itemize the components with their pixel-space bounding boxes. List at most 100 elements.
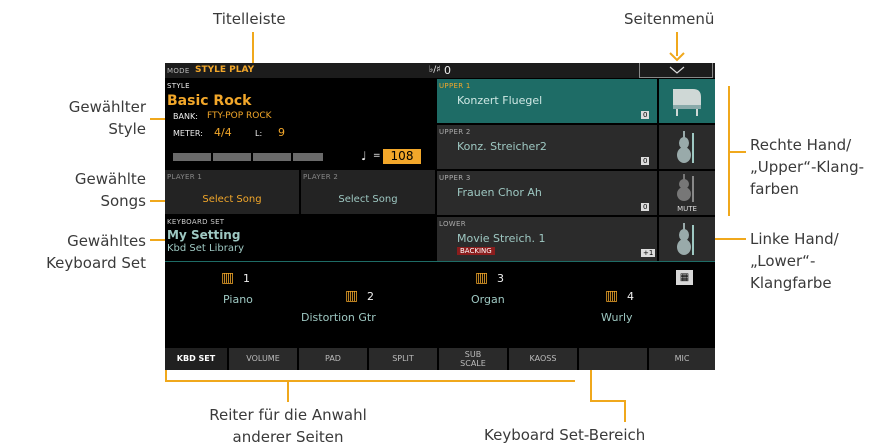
kbdset-name: My Setting (167, 228, 241, 242)
track-lower-label: LOWER (439, 220, 466, 228)
track-upper-2[interactable]: UPPER 2 Konz. Streicher2 0 (437, 125, 657, 169)
player-2-cell[interactable]: PLAYER 2 Select Song (301, 170, 435, 214)
tab-kbd-set[interactable]: KBD SET (165, 348, 227, 370)
player-1-cell[interactable]: PLAYER 1 Select Song (165, 170, 299, 214)
tab-split[interactable]: SPLIT (369, 348, 437, 370)
callout-style: Gewählter Style (64, 96, 146, 140)
bank-value: FTY-POP ROCK (207, 111, 272, 121)
callout-line-upper (728, 151, 746, 153)
transpose-label: ♭/♯ (429, 65, 441, 75)
kbd-slot-1-number: 1 (243, 272, 250, 285)
quarter-note-icon: ♩ (361, 149, 367, 163)
tab-sub-scale-line2: SCALE (460, 359, 486, 368)
mode-label: MODE (167, 67, 190, 75)
tab-volume[interactable]: VOLUME (229, 348, 297, 370)
track-upper-1[interactable]: UPPER 1 Konzert Fluegel 0 (437, 79, 657, 123)
track-upper-3[interactable]: UPPER 3 Frauen Chor Ah 0 (437, 171, 657, 215)
tab-empty[interactable] (579, 348, 647, 370)
bank-label: BANK: (173, 112, 198, 121)
callout-titelleiste: Titelleiste (213, 10, 286, 28)
player-2-label: PLAYER 2 (303, 173, 339, 181)
callout-line-lower (712, 238, 746, 240)
beat-bar-3 (253, 153, 291, 161)
track-upper-3-icon-cell[interactable]: MUTE (659, 171, 715, 215)
kbd-slot-2-name: Distortion Gtr (301, 311, 376, 324)
track-upper-2-label: UPPER 2 (439, 128, 471, 136)
track-upper-3-sound: Frauen Chor Ah (457, 186, 542, 199)
callout-lower: Linke Hand/ „Lower“- Klangfarbe (750, 228, 839, 294)
callout-lower-line3: Klangfarbe (750, 274, 832, 292)
style-section-label: STYLE (167, 82, 190, 90)
track-upper-2-sound: Konz. Streicher2 (457, 140, 547, 153)
violin-icon (677, 223, 694, 255)
track-lower-icon-cell[interactable] (659, 217, 715, 261)
track-upper-3-label: UPPER 3 (439, 174, 471, 182)
callout-kbdset-line2: Keyboard Set (46, 254, 146, 272)
tab-sub-scale[interactable]: SUB SCALE (439, 348, 507, 370)
track-lower-sound: Movie Streich. 1 (457, 232, 546, 245)
callout-songs: Gewählte Songs (60, 168, 146, 212)
title-bar[interactable]: MODE STYLE PLAY ♭/♯ 0 (165, 63, 715, 78)
keyboard-set-area[interactable]: KEYBOARD SET My Setting Kbd Set Library (165, 215, 435, 259)
kbd-slot-1[interactable]: ▥ 1 Piano (205, 269, 305, 309)
callout-lower-line2: „Lower“- (750, 252, 816, 270)
callout-tabs: Reiter für die Anwahl anderer Seiten (188, 404, 388, 448)
violin-icon (677, 131, 694, 163)
keyboard-icon: ▥ (221, 270, 235, 286)
keyboard-icon: ▥ (475, 270, 489, 286)
track-lower[interactable]: LOWER Movie Streich. 1 BACKING +1 (437, 217, 657, 261)
kbd-slot-3-name: Organ (471, 293, 505, 306)
meter-value: 4/4 (214, 126, 232, 139)
meter-label: METER: (173, 129, 203, 138)
tab-kaoss[interactable]: KAOSS (509, 348, 577, 370)
track-upper-2-octave: 0 (641, 157, 650, 165)
kbd-slot-4-name: Wurly (601, 311, 633, 324)
track-upper-1-label: UPPER 1 (439, 82, 471, 90)
tab-mic[interactable]: MIC (649, 348, 715, 370)
keyboard-icon: ▥ (605, 288, 619, 304)
callout-upper-line1: Rechte Hand/ (750, 136, 852, 154)
track-upper-1-sound: Konzert Fluegel (457, 94, 543, 107)
callout-upper: Rechte Hand/ „Upper“-Klang- farben (750, 134, 864, 200)
style-name: Basic Rock (167, 93, 252, 109)
callout-line-kbd-area-down (624, 400, 626, 422)
callout-line-tabs-center (287, 380, 289, 402)
callout-line-titelleiste (252, 32, 254, 64)
tab-pad[interactable]: PAD (299, 348, 367, 370)
player-1-label: PLAYER 1 (167, 173, 203, 181)
keyboard-icon: ▥ (345, 288, 359, 304)
length-value: 9 (278, 126, 285, 139)
length-label: L: (255, 129, 263, 138)
tempo-value[interactable]: 108 (383, 149, 421, 164)
page-menu-button[interactable] (639, 63, 713, 78)
track-lower-octave: +1 (641, 249, 656, 257)
kbd-slot-3[interactable]: ▥ 3 Organ (457, 269, 557, 309)
callout-upper-line3: farben (750, 180, 799, 198)
grand-piano-icon (673, 89, 701, 116)
device-screen: MODE STYLE PLAY ♭/♯ 0 STYLE Basic Rock B… (165, 63, 715, 370)
callout-line-kbd-area-h (590, 400, 626, 402)
kbd-slot-2[interactable]: ▥ 2 Distortion Gtr (293, 287, 423, 327)
track-upper-3-octave: 0 (641, 203, 650, 211)
transpose-value: 0 (444, 64, 451, 77)
callout-style-line1: Gewählter (68, 98, 146, 116)
backing-badge: BACKING (457, 247, 495, 255)
callout-kbdset: Gewähltes Keyboard Set (18, 230, 146, 274)
callout-songs-line1: Gewählte (74, 170, 146, 188)
kbd-slot-3-number: 3 (497, 272, 504, 285)
callout-seitenmenue: Seitenmenü (624, 10, 715, 28)
lock-icon[interactable]: ▦ (676, 270, 693, 285)
mute-label: MUTE (677, 205, 697, 213)
tab-sub-scale-line1: SUB (464, 350, 482, 359)
track-upper-1-octave: 0 (641, 111, 650, 119)
track-upper-1-icon-cell[interactable] (659, 79, 715, 123)
beat-bar-1 (173, 153, 211, 161)
callout-kbdset-line1: Gewähltes (67, 232, 146, 250)
kbd-slot-4[interactable]: ▥ 4 Wurly (581, 287, 681, 327)
track-upper-2-icon-cell[interactable] (659, 125, 715, 169)
violin-icon (677, 174, 694, 202)
teal-divider (165, 261, 715, 262)
style-area[interactable]: STYLE Basic Rock BANK: FTY-POP ROCK METE… (165, 79, 435, 169)
kbd-slot-2-number: 2 (367, 290, 374, 303)
callout-style-line2: Style (108, 120, 146, 138)
